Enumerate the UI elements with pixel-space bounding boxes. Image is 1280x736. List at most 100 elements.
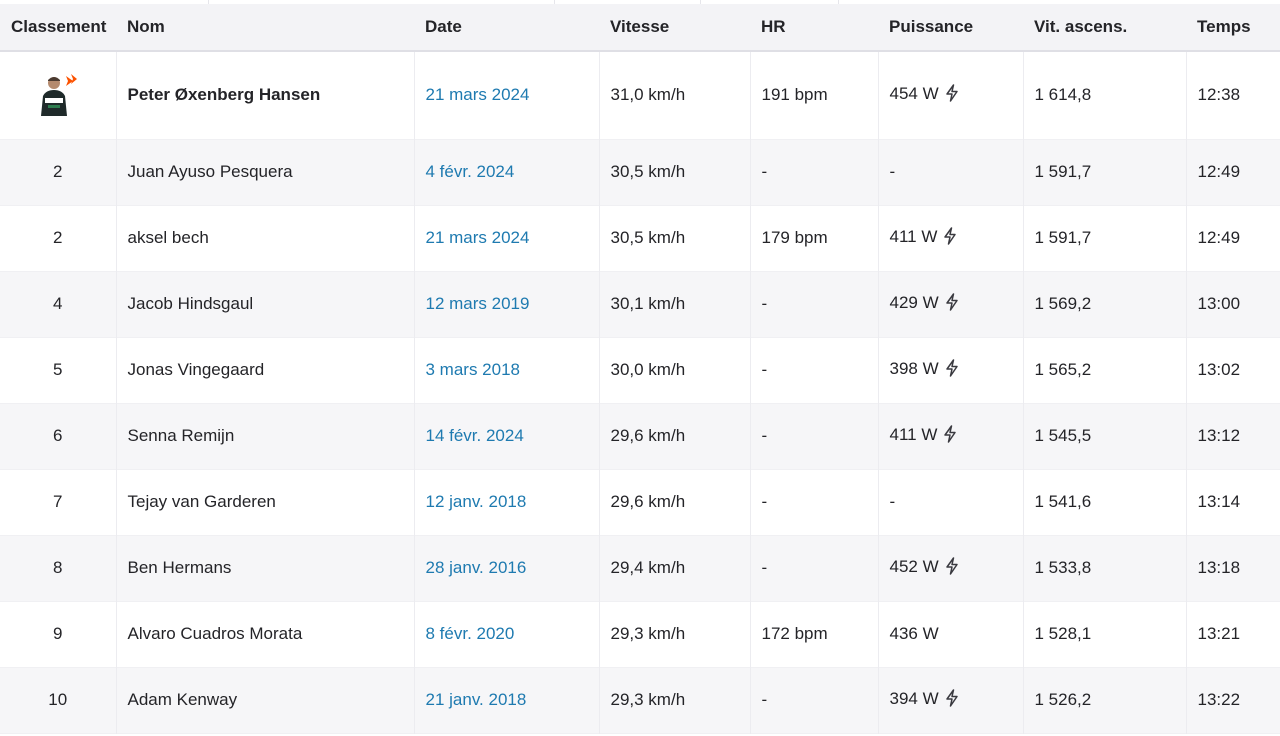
table-row[interactable]: 10 Adam Kenway 21 janv. 2018 29,3 km/h -394 …: [0, 667, 1280, 733]
power-meter-icon: [943, 424, 957, 448]
power-cell: 411 W: [877, 403, 1023, 469]
speed-cell: 29,3 km/h: [598, 667, 750, 733]
effort-date-link[interactable]: 8 févr. 2020: [413, 601, 599, 667]
vam-cell: 1 526,2: [1022, 667, 1186, 733]
power-value: 452 W: [889, 556, 939, 576]
athlete-name[interactable]: Senna Remijn: [115, 403, 414, 469]
heart-rate-cell: -: [749, 535, 878, 601]
athlete-name[interactable]: aksel bech: [115, 205, 414, 271]
athlete-name[interactable]: Adam Kenway: [115, 667, 414, 733]
power-cell: 398 W: [877, 337, 1023, 403]
effort-date-link[interactable]: 21 mars 2024: [413, 205, 599, 271]
vam-cell: 1 541,6: [1022, 469, 1186, 535]
athlete-name[interactable]: Ben Hermans: [115, 535, 414, 601]
vam-cell: 1 591,7: [1022, 205, 1186, 271]
time-cell: 13:22: [1185, 667, 1280, 733]
table-row[interactable]: 4 Jacob Hindsgaul 12 mars 2019 30,1 km/h -42…: [0, 271, 1280, 337]
power-meter-icon: [945, 556, 959, 580]
column-header-vam[interactable]: Vit. ascens.: [1023, 4, 1186, 52]
athlete-name[interactable]: Jacob Hindsgaul: [115, 271, 414, 337]
table-row[interactable]: Peter Øxenberg Hansen 21 mars 2024 31,0 km…: [0, 51, 1280, 139]
athlete-avatar[interactable]: [36, 72, 80, 118]
time-cell: 12:49: [1185, 205, 1280, 271]
table-row[interactable]: 2 Juan Ayuso Pesquera 4 févr. 2024 30,5 km/…: [0, 139, 1280, 205]
vam-cell: 1 614,8: [1022, 51, 1186, 139]
leaderboard-table: Classement Nom Date Vitesse HR Puissance…: [0, 4, 1280, 734]
speed-cell: 29,6 km/h: [598, 403, 750, 469]
effort-date-link[interactable]: 21 janv. 2018: [413, 667, 599, 733]
time-cell: 12:38: [1185, 51, 1280, 139]
heart-rate-cell: -: [749, 469, 878, 535]
column-header-time[interactable]: Temps: [1186, 4, 1280, 52]
power-value: 411 W: [889, 424, 938, 444]
athlete-name[interactable]: Alvaro Cuadros Morata: [115, 601, 414, 667]
vam-cell: 1 569,2: [1022, 271, 1186, 337]
heart-rate-cell: -: [749, 271, 878, 337]
column-header-rank[interactable]: Classement: [0, 4, 116, 52]
column-header-power[interactable]: Puissance: [878, 4, 1023, 52]
vam-cell: 1 533,8: [1022, 535, 1186, 601]
column-header-hr[interactable]: HR: [750, 4, 878, 52]
rank-cell: 8: [53, 558, 63, 577]
heart-rate-cell: -: [749, 667, 878, 733]
table-row[interactable]: 5 Jonas Vingegaard 3 mars 2018 30,0 km/h -39…: [0, 337, 1280, 403]
power-meter-icon: [945, 358, 959, 382]
power-value: 411 W: [889, 226, 938, 246]
rank-cell: 4: [53, 294, 63, 313]
time-cell: 13:00: [1185, 271, 1280, 337]
heart-rate-cell: 172 bpm: [749, 601, 878, 667]
speed-cell: 30,5 km/h: [598, 205, 750, 271]
power-value: -: [889, 492, 896, 511]
effort-date-link[interactable]: 21 mars 2024: [413, 51, 599, 139]
column-header-name[interactable]: Nom: [116, 4, 414, 52]
effort-date-link[interactable]: 28 janv. 2016: [413, 535, 599, 601]
power-cell: 429 W: [877, 271, 1023, 337]
heart-rate-cell: -: [749, 139, 878, 205]
table-row[interactable]: 7 Tejay van Garderen 12 janv. 2018 29,6 km/…: [0, 469, 1280, 535]
speed-cell: 31,0 km/h: [598, 51, 750, 139]
rank-cell: [0, 51, 116, 139]
athlete-name[interactable]: Tejay van Garderen: [115, 469, 414, 535]
athlete-name[interactable]: Peter Øxenberg Hansen: [115, 51, 414, 139]
athlete-name[interactable]: Juan Ayuso Pesquera: [115, 139, 414, 205]
heart-rate-cell: 191 bpm: [749, 51, 878, 139]
power-value: 398 W: [889, 358, 939, 378]
rank-cell: 2: [53, 228, 63, 247]
power-cell: -: [877, 469, 1023, 535]
effort-date-link[interactable]: 3 mars 2018: [413, 337, 599, 403]
effort-date-link[interactable]: 12 janv. 2018: [413, 469, 599, 535]
column-header-date[interactable]: Date: [414, 4, 599, 52]
power-cell: 452 W: [877, 535, 1023, 601]
power-meter-icon: [943, 226, 957, 250]
power-value: 429 W: [889, 292, 939, 312]
time-cell: 13:02: [1185, 337, 1280, 403]
heart-rate-cell: 179 bpm: [749, 205, 878, 271]
power-cell: 411 W: [877, 205, 1023, 271]
effort-date-link[interactable]: 12 mars 2019: [413, 271, 599, 337]
time-cell: 13:12: [1185, 403, 1280, 469]
time-cell: 13:18: [1185, 535, 1280, 601]
rank-cell: 10: [48, 690, 68, 709]
vam-cell: 1 591,7: [1022, 139, 1186, 205]
speed-cell: 30,0 km/h: [598, 337, 750, 403]
column-header-speed[interactable]: Vitesse: [599, 4, 750, 52]
vam-cell: 1 545,5: [1022, 403, 1186, 469]
table-row[interactable]: 9 Alvaro Cuadros Morata 8 févr. 2020 29,3 k…: [0, 601, 1280, 667]
rank-cell: 6: [53, 426, 63, 445]
effort-date-link[interactable]: 14 févr. 2024: [413, 403, 599, 469]
table-row[interactable]: 8 Ben Hermans 28 janv. 2016 29,4 km/h -452 W…: [0, 535, 1280, 601]
power-value: 436 W: [889, 624, 939, 643]
power-cell: 394 W: [877, 667, 1023, 733]
table-row[interactable]: 6 Senna Remijn 14 févr. 2024 29,6 km/h -411 …: [0, 403, 1280, 469]
power-value: -: [889, 162, 896, 181]
power-meter-icon: [945, 84, 959, 107]
heart-rate-cell: -: [749, 337, 878, 403]
table-row[interactable]: 2 aksel bech 21 mars 2024 30,5 km/h 179 bpm 4…: [0, 205, 1280, 271]
speed-cell: 30,5 km/h: [598, 139, 750, 205]
effort-date-link[interactable]: 4 févr. 2024: [413, 139, 599, 205]
time-cell: 13:21: [1185, 601, 1280, 667]
athlete-name[interactable]: Jonas Vingegaard: [115, 337, 414, 403]
power-meter-icon: [945, 292, 959, 316]
vam-cell: 1 528,1: [1022, 601, 1186, 667]
power-cell: 436 W: [877, 601, 1023, 667]
